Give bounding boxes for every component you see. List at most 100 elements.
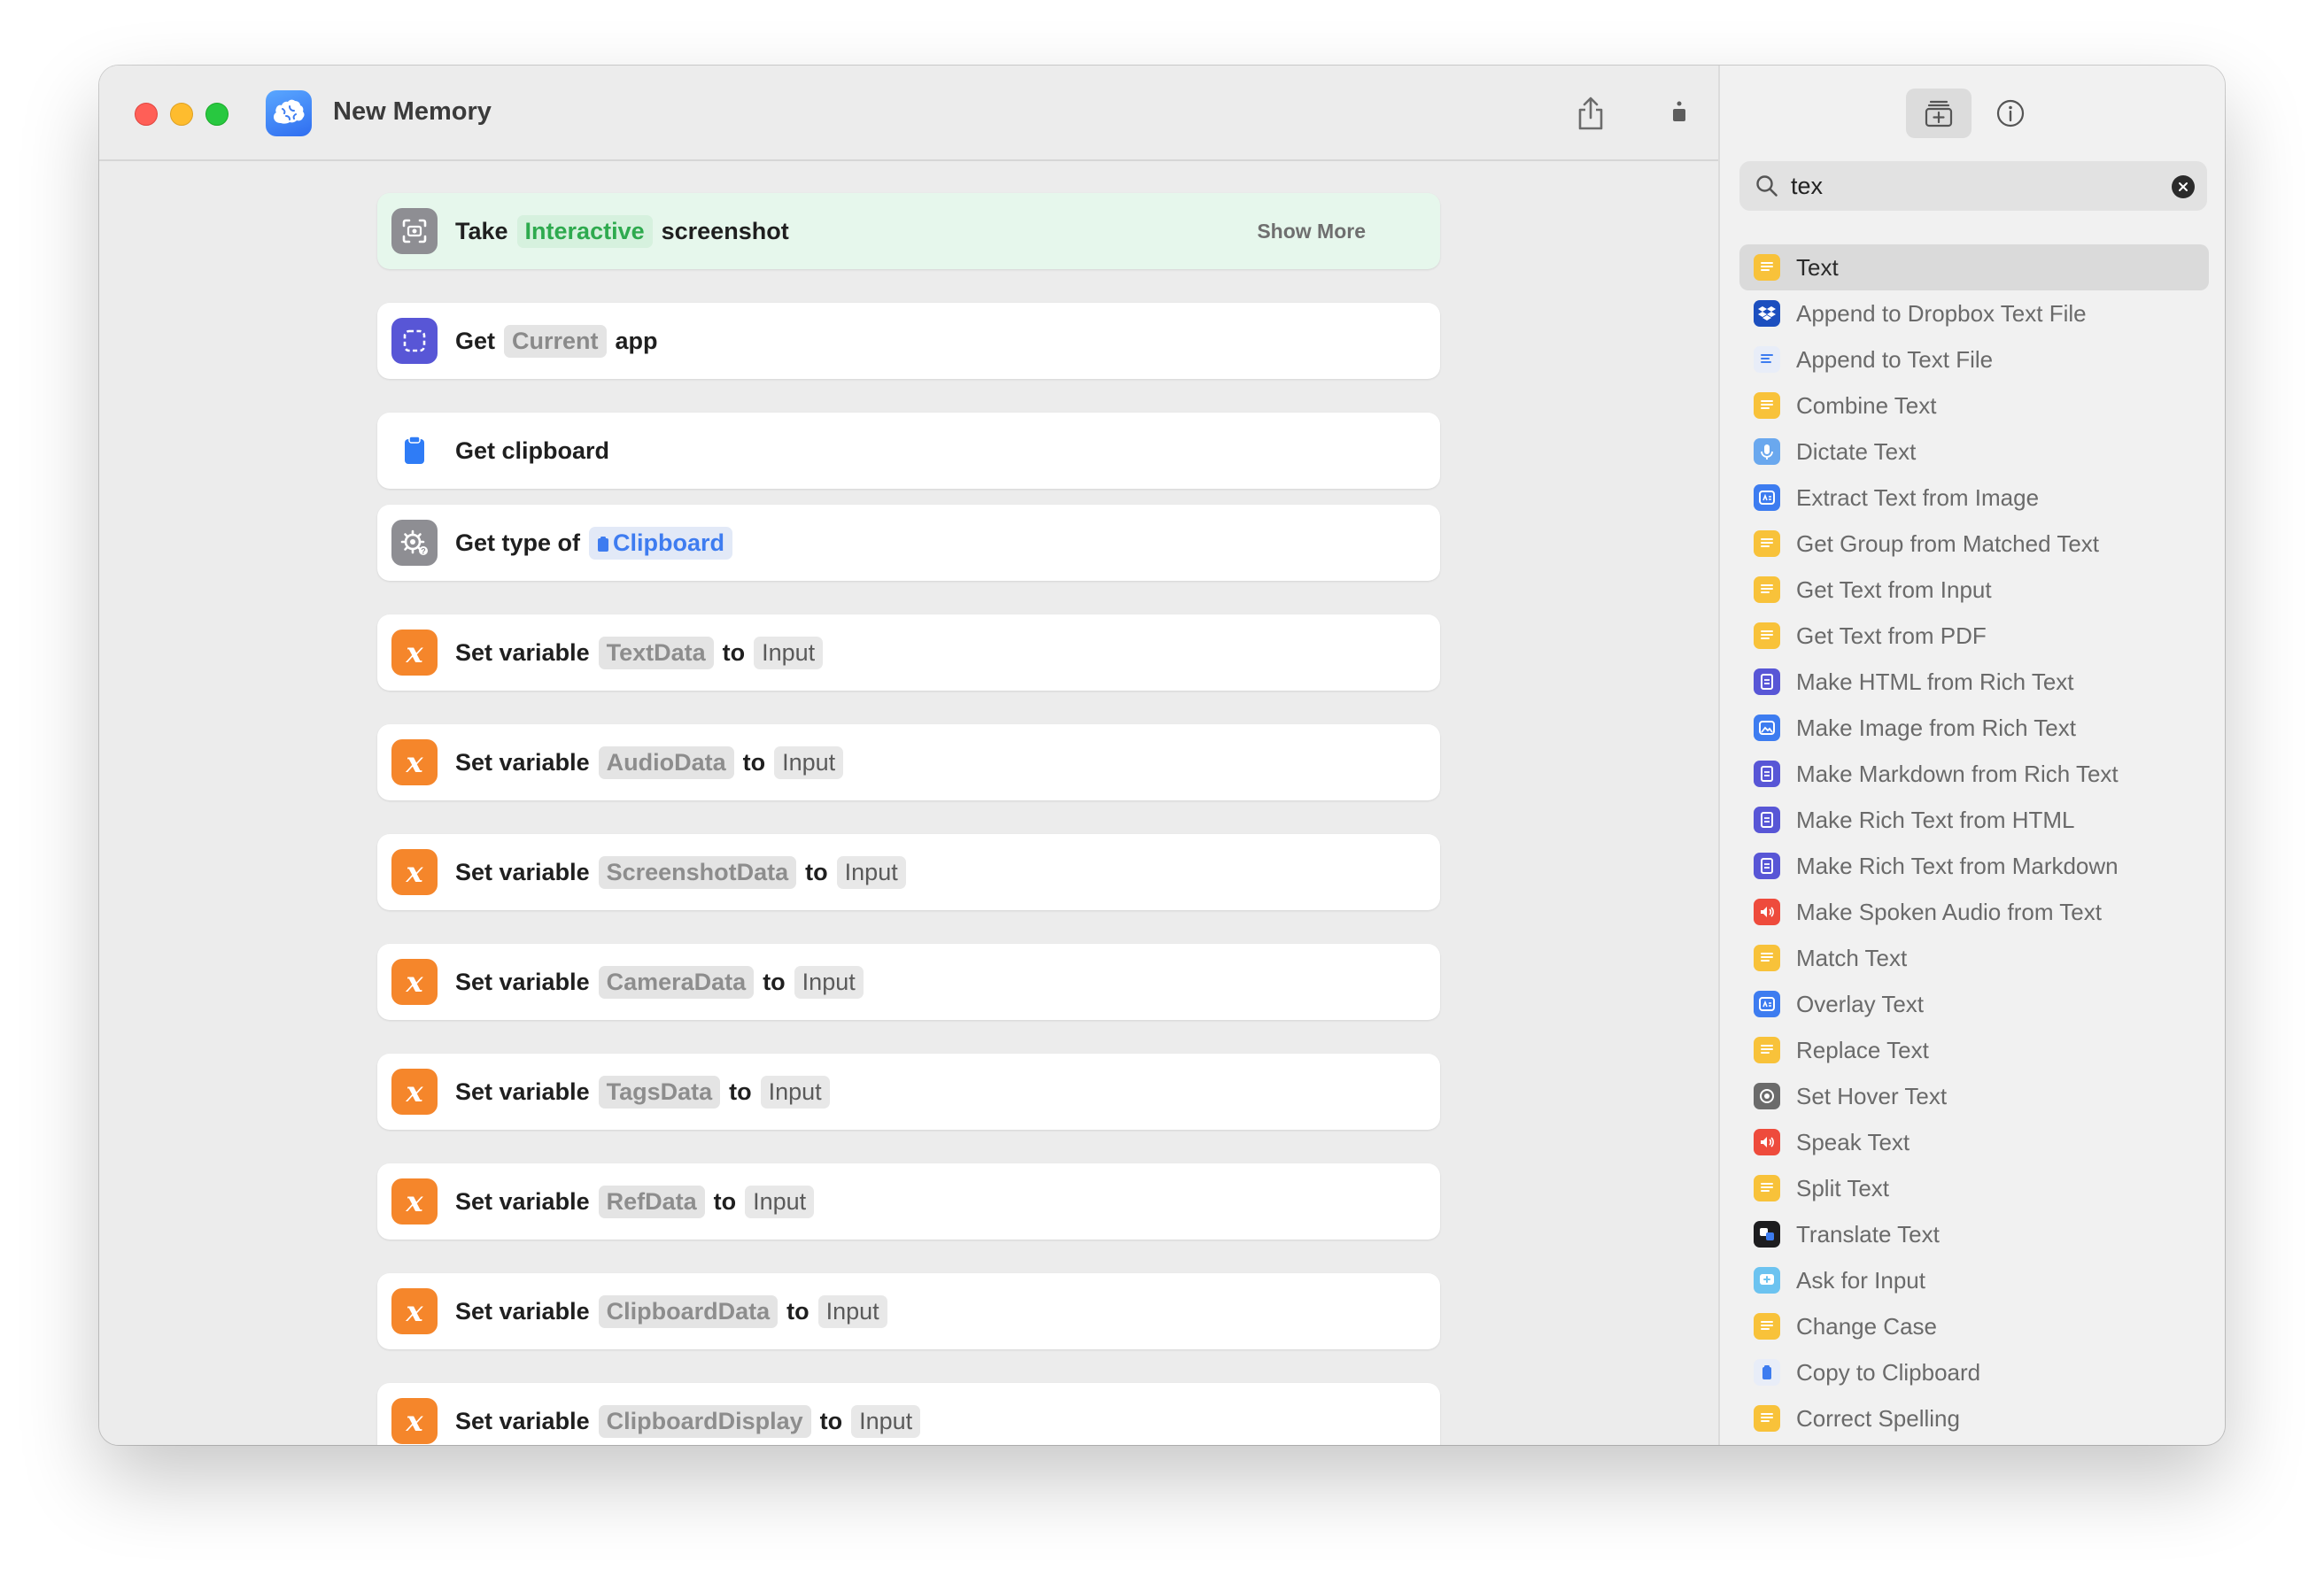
- action-result-label: Speak Text: [1796, 1128, 1910, 1155]
- text-icon: [1754, 254, 1780, 281]
- variable-name-token[interactable]: TagsData: [598, 1075, 721, 1109]
- action-get-type[interactable]: ? Get type of Clipboard: [377, 505, 1440, 581]
- variable-name-token[interactable]: ScreenshotData: [598, 855, 797, 889]
- input-token[interactable]: Input: [851, 1404, 921, 1438]
- action-result-item[interactable]: Get Group from Matched Text: [1739, 521, 2209, 567]
- action-result-item[interactable]: Make Markdown from Rich Text: [1739, 751, 2209, 797]
- action-set-variable[interactable]: x Set variable TextData to Input: [377, 614, 1440, 691]
- action-text: Get clipboard: [455, 437, 618, 465]
- action-verb: Set variable: [455, 1297, 590, 1325]
- action-set-variable[interactable]: x Set variable ScreenshotData to Input: [377, 834, 1440, 910]
- action-result-label: Get Text from PDF: [1796, 622, 1987, 649]
- action-result-item[interactable]: Make HTML from Rich Text: [1739, 659, 2209, 705]
- action-text: Take Interactive screenshot: [455, 214, 798, 248]
- action-result-item[interactable]: Extract Text from Image: [1739, 475, 2209, 521]
- action-set-variable[interactable]: x Set variable TagsData to Input: [377, 1054, 1440, 1130]
- share-button[interactable]: [1569, 92, 1612, 135]
- input-token[interactable]: Input: [774, 746, 844, 779]
- action-result-label: Make HTML from Rich Text: [1796, 668, 2074, 695]
- zoom-window-button[interactable]: [205, 103, 229, 126]
- variable-name-token[interactable]: TextData: [598, 636, 714, 669]
- action-result-item[interactable]: Combine Text: [1739, 382, 2209, 429]
- action-verb: Get clipboard: [455, 436, 610, 464]
- action-result-item[interactable]: Match Text: [1739, 935, 2209, 981]
- svg-text:?: ?: [421, 547, 426, 556]
- clipboard-variable-token[interactable]: Clipboard: [589, 526, 733, 560]
- brain-icon[interactable]: [266, 90, 312, 136]
- variable-name-token[interactable]: RefData: [598, 1185, 705, 1218]
- run-button[interactable]: [1658, 92, 1700, 135]
- action-set-variable[interactable]: x Set variable AudioData to Input: [377, 724, 1440, 800]
- show-more-button[interactable]: Show More: [1257, 220, 1366, 243]
- search-results-list: Text Append to Dropbox Text File Append to…: [1739, 244, 2209, 1441]
- action-result-item[interactable]: Get Text from Input: [1739, 567, 2209, 613]
- action-text: Get type of Clipboard: [455, 526, 741, 560]
- action-result-item[interactable]: Correct Spelling: [1739, 1395, 2209, 1441]
- action-get-clipboard[interactable]: Get clipboard: [377, 413, 1440, 489]
- action-result-label: Get Group from Matched Text: [1796, 529, 2099, 557]
- action-result-item[interactable]: Get Text from PDF: [1739, 613, 2209, 659]
- variable-name-token[interactable]: ClipboardData: [598, 1294, 779, 1328]
- action-take-screenshot[interactable]: Take Interactive screenshot Show More: [377, 193, 1440, 269]
- text-icon: [1754, 945, 1780, 971]
- action-set-variable[interactable]: x Set variable CameraData to Input: [377, 944, 1440, 1020]
- action-result-item[interactable]: Append to Dropbox Text File: [1739, 290, 2209, 336]
- current-app-token[interactable]: Current: [504, 324, 607, 358]
- input-token[interactable]: Input: [745, 1185, 815, 1218]
- clipboard-icon: [598, 536, 609, 552]
- action-text: Get Current app: [455, 324, 667, 358]
- action-set-variable[interactable]: x Set variable ClipboardDisplay to Input: [377, 1383, 1440, 1445]
- action-result-item[interactable]: Make Rich Text from Markdown: [1739, 843, 2209, 889]
- action-result-item[interactable]: Dictate Text: [1739, 429, 2209, 475]
- action-result-item[interactable]: Speak Text: [1739, 1119, 2209, 1165]
- action-result-label: Make Rich Text from HTML: [1796, 806, 2075, 833]
- action-result-item[interactable]: Replace Text: [1739, 1027, 2209, 1073]
- action-verb: Set variable: [455, 968, 590, 995]
- action-result-label: Dictate Text: [1796, 437, 1917, 465]
- action-result-item[interactable]: Overlay Text: [1739, 981, 2209, 1027]
- minimize-window-button[interactable]: [170, 103, 193, 126]
- action-result-item[interactable]: Set Hover Text: [1739, 1073, 2209, 1119]
- text-icon: [1754, 530, 1780, 557]
- action-result-item[interactable]: Make Spoken Audio from Text: [1739, 889, 2209, 935]
- action-result-item[interactable]: Append to Text File: [1739, 336, 2209, 382]
- info-icon: [1996, 99, 2025, 127]
- action-result-item[interactable]: Copy to Clipboard: [1739, 1349, 2209, 1395]
- input-token[interactable]: Input: [794, 965, 864, 999]
- action-set-variable[interactable]: x Set variable RefData to Input: [377, 1163, 1440, 1240]
- action-result-item[interactable]: Text: [1739, 244, 2209, 290]
- search-field[interactable]: [1739, 161, 2207, 211]
- details-tab[interactable]: [1984, 89, 2037, 138]
- action-result-item[interactable]: Make Rich Text from HTML: [1739, 797, 2209, 843]
- action-get-current-app[interactable]: Get Current app: [377, 303, 1440, 379]
- action-result-item[interactable]: Split Text: [1739, 1165, 2209, 1211]
- clear-search-button[interactable]: [2172, 175, 2195, 198]
- action-to: to: [713, 1187, 737, 1215]
- action-library-tab[interactable]: [1906, 89, 1972, 138]
- text-icon: [1754, 576, 1780, 603]
- action-result-label: Change Case: [1796, 1312, 1937, 1340]
- action-verb: Set variable: [455, 1078, 590, 1105]
- input-token[interactable]: Input: [836, 855, 906, 889]
- variable-name-token[interactable]: AudioData: [598, 746, 734, 779]
- action-to: to: [805, 858, 828, 885]
- action-result-item[interactable]: Ask for Input: [1739, 1257, 2209, 1303]
- action-set-variable[interactable]: x Set variable ClipboardData to Input: [377, 1273, 1440, 1349]
- action-result-label: Combine Text: [1796, 391, 1937, 419]
- input-token[interactable]: Input: [817, 1294, 887, 1328]
- shortcut-editor: New Memory Take Interactive screenshot S…: [99, 66, 1718, 1445]
- input-token[interactable]: Input: [760, 1075, 830, 1109]
- action-result-label: Ask for Input: [1796, 1266, 1925, 1294]
- action-result-item[interactable]: Make Image from Rich Text: [1739, 705, 2209, 751]
- input-token[interactable]: Input: [754, 636, 824, 669]
- document-icon: [1754, 807, 1780, 833]
- action-result-item[interactable]: Translate Text: [1739, 1211, 2209, 1257]
- play-icon: [1673, 101, 1685, 121]
- close-window-button[interactable]: [135, 103, 158, 126]
- action-result-item[interactable]: Change Case: [1739, 1303, 2209, 1349]
- shortcut-title[interactable]: New Memory: [333, 97, 492, 127]
- variable-name-token[interactable]: CameraData: [598, 965, 755, 999]
- search-input[interactable]: [1791, 172, 2145, 200]
- screenshot-mode-token[interactable]: Interactive: [516, 214, 653, 248]
- variable-name-token[interactable]: ClipboardDisplay: [598, 1404, 811, 1438]
